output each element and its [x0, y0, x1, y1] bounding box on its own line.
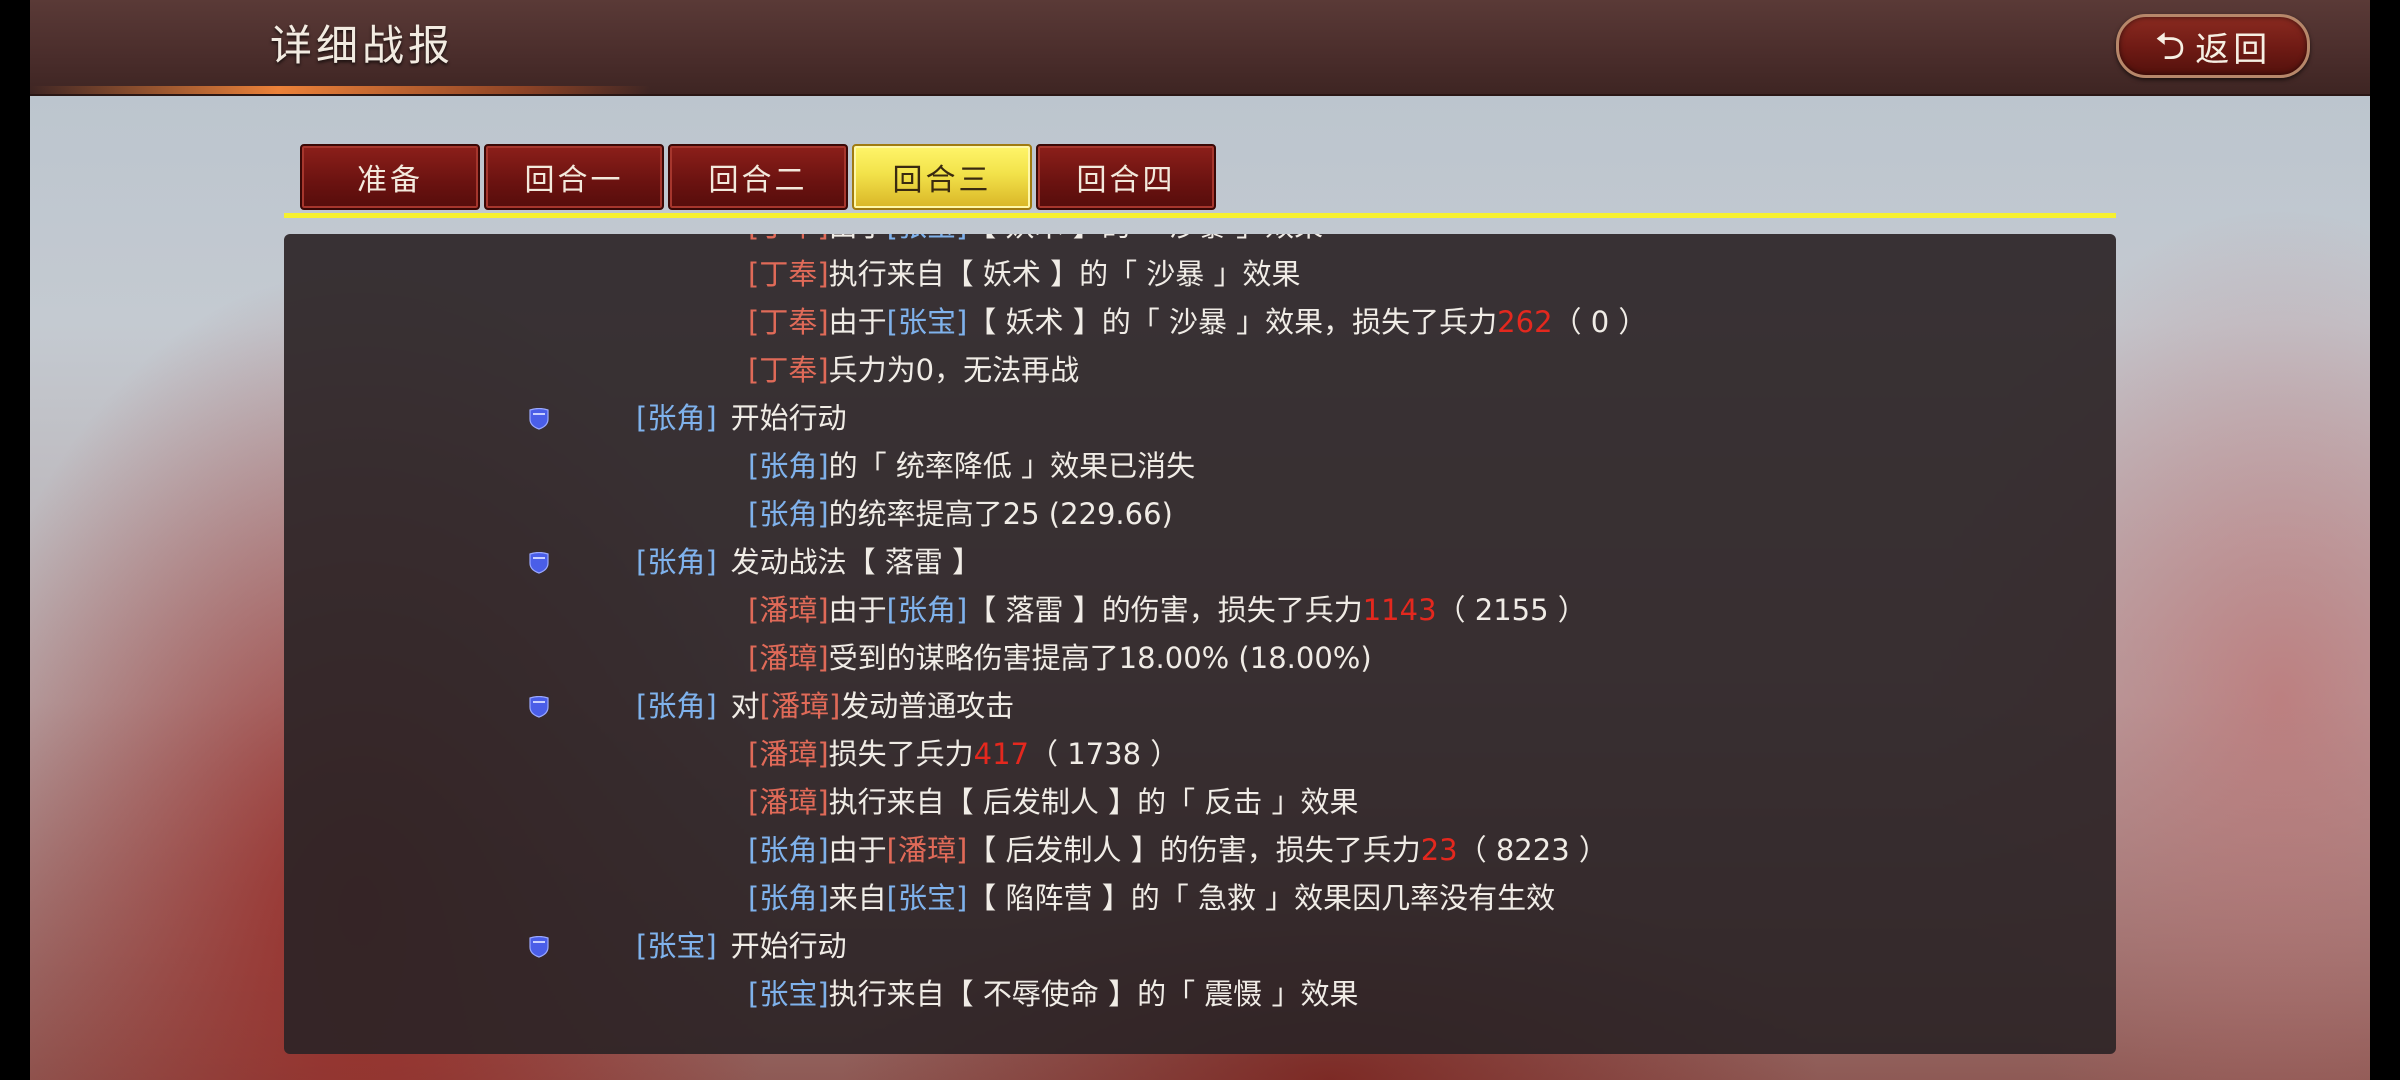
- log-effect-line: [张角]来自[张宝]【 陷阵营 】的「 急救 」效果因几率没有生效: [284, 874, 2116, 922]
- log-effect-line: [张宝]执行来自【 不辱使命 】的「 震慑 」效果: [284, 970, 2116, 1018]
- log-effect-line: [潘璋]损失了兵力417（ 1738 ）: [284, 730, 2116, 778]
- log-text: （ 0 ）: [1552, 305, 1648, 339]
- tab-label: 回合四: [1076, 163, 1176, 198]
- general-name: [丁奉]: [748, 234, 829, 243]
- shield-icon: [529, 552, 549, 574]
- log-text: （ 8223 ）: [1457, 833, 1608, 867]
- general-name: [丁奉]: [748, 353, 829, 387]
- tab-round-1[interactable]: 回合一: [484, 144, 664, 210]
- log-effect-line: [张角]的统率提高了25 (229.66): [284, 490, 2116, 538]
- log-text: （ 1738 ）: [1029, 737, 1180, 771]
- general-name: [张角]: [636, 401, 717, 435]
- log-effect-line: [张角]由于[潘璋]【 后发制人 】的伤害，损失了兵力23（ 8223 ）: [284, 826, 2116, 874]
- troop-loss-number: 417: [973, 737, 1030, 771]
- general-name: [张宝]: [886, 881, 968, 915]
- troop-loss-number: 1143: [1362, 593, 1437, 627]
- tab-round-2[interactable]: 回合二: [668, 144, 848, 210]
- tab-label: 回合一: [524, 163, 624, 198]
- general-name: [张角]: [748, 881, 829, 915]
- tab-prepare[interactable]: 准备: [300, 144, 480, 210]
- page-title: 详细战报: [270, 21, 455, 70]
- general-name: [张宝]: [748, 977, 829, 1011]
- shield-icon: [529, 696, 549, 718]
- title-glow: [30, 86, 650, 94]
- log-effect-line: [丁奉]由于[张宝]【 妖术 】的「 沙暴 」效果，损失了兵力262（ 0 ）: [284, 298, 2116, 346]
- troop-loss-number: 262: [1497, 305, 1553, 339]
- back-button-label: 返回: [2195, 29, 2272, 70]
- general-name: [潘璋]: [748, 641, 829, 675]
- general-name: [潘璋]: [748, 785, 829, 819]
- tab-round-3[interactable]: 回合三: [852, 144, 1032, 210]
- battle-log-list: [丁奉]由于[张宝]【 妖术 】的「 沙暴 」效果[丁奉]执行来自【 妖术 】的…: [284, 234, 2116, 1018]
- log-effect-line: [张角]的「 统率降低 」效果已消失: [284, 442, 2116, 490]
- log-text: 【 陷阵营 】的「 急救 」效果因几率没有生效: [967, 881, 1556, 915]
- log-text: 受到的谋略伤害提高了18.00% (18.00%): [828, 641, 1372, 675]
- general-name: [张角]: [748, 449, 829, 483]
- shield-icon: [529, 936, 549, 958]
- general-name: [张角]: [636, 545, 717, 579]
- log-text: 执行来自【 不辱使命 】的「 震慑 」效果: [828, 977, 1359, 1011]
- general-name: [丁奉]: [748, 257, 829, 291]
- tab-label: 回合三: [892, 163, 992, 198]
- log-text: 的「 统率降低 」效果已消失: [828, 449, 1196, 483]
- log-effect-line: [潘璋]由于[张角]【 落雷 】的伤害，损失了兵力1143（ 2155 ）: [284, 586, 2116, 634]
- log-action-line: [张宝] 开始行动: [284, 922, 2116, 970]
- log-text: 由于: [829, 234, 887, 243]
- general-name: [张角]: [748, 497, 829, 531]
- general-name: [丁奉]: [748, 305, 829, 339]
- log-text: 执行来自【 后发制人 】的「 反击 」效果: [828, 785, 1359, 819]
- log-effect-line: [潘璋]受到的谋略伤害提高了18.00% (18.00%): [284, 634, 2116, 682]
- back-button[interactable]: ⮌ 返回: [2116, 14, 2310, 78]
- general-name: [潘璋]: [748, 737, 829, 771]
- log-effect-line: [潘璋]执行来自【 后发制人 】的「 反击 」效果: [284, 778, 2116, 826]
- log-text: （ 2155 ）: [1436, 593, 1587, 627]
- log-text: 发动战法【 落雷 】: [730, 545, 982, 579]
- log-text: 【 妖术 】的「 沙暴 」效果，损失了兵力: [967, 305, 1498, 339]
- log-action-line: [张角] 对[潘璋]发动普通攻击: [284, 682, 2116, 730]
- general-name: [张角]: [886, 593, 968, 627]
- tab-label: 准备: [357, 163, 423, 198]
- log-text: 执行来自【 妖术 】的「 沙暴 」效果: [828, 257, 1301, 291]
- log-action-line: [张角] 发动战法【 落雷 】: [284, 538, 2116, 586]
- log-text: 由于: [828, 833, 887, 867]
- log-text: 的统率提高了25 (229.66): [828, 497, 1173, 531]
- log-text: 损失了兵力: [828, 737, 974, 771]
- tab-underline: [284, 213, 2116, 218]
- general-name: [潘璋]: [748, 593, 829, 627]
- return-arrow-icon: ⮌: [2154, 24, 2190, 68]
- general-name: [张角]: [636, 689, 717, 723]
- log-effect-line: [丁奉]由于[张宝]【 妖术 】的「 沙暴 」效果: [284, 234, 2116, 250]
- battle-log-panel[interactable]: [丁奉]由于[张宝]【 妖术 】的「 沙暴 」效果[丁奉]执行来自【 妖术 】的…: [284, 234, 2116, 1054]
- tab-label: 回合二: [708, 163, 808, 198]
- log-text: 开始行动: [730, 401, 847, 435]
- general-name: [张角]: [748, 833, 829, 867]
- round-tabs: 准备 回合一 回合二 回合三 回合四: [300, 144, 1216, 212]
- general-name: [张宝]: [886, 305, 968, 339]
- log-text: 由于: [828, 593, 887, 627]
- log-text: 来自: [828, 881, 887, 915]
- log-effect-line: [丁奉]兵力为0，无法再战: [284, 346, 2116, 394]
- log-text: 【 落雷 】的伤害，损失了兵力: [967, 593, 1363, 627]
- general-name: [张宝]: [636, 929, 717, 963]
- log-text: 发动普通攻击: [840, 689, 1015, 723]
- log-text: 对: [730, 689, 760, 723]
- shield-icon: [529, 408, 549, 430]
- log-text: 【 后发制人 】的伤害，损失了兵力: [967, 833, 1421, 867]
- general-name: [潘璋]: [759, 689, 841, 723]
- log-action-line: [张角] 开始行动: [284, 394, 2116, 442]
- general-name: [张宝]: [887, 234, 968, 243]
- tab-round-4[interactable]: 回合四: [1036, 144, 1216, 210]
- log-effect-line: [丁奉]执行来自【 妖术 】的「 沙暴 」效果: [284, 250, 2116, 298]
- log-text: 开始行动: [730, 929, 847, 963]
- log-text: 【 妖术 】的「 沙暴 」效果: [967, 234, 1323, 243]
- troop-loss-number: 23: [1420, 833, 1458, 867]
- log-text: 由于: [828, 305, 887, 339]
- log-text: 兵力为0，无法再战: [828, 353, 1080, 387]
- general-name: [潘璋]: [886, 833, 968, 867]
